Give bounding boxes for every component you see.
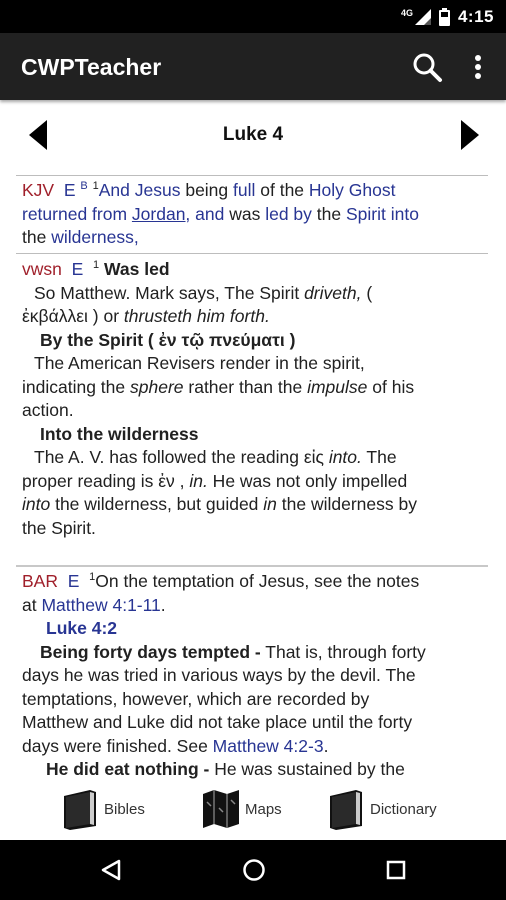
commentary-text: ( [361,282,373,303]
word-link[interactable]: And Jesus [99,180,181,200]
commentary-text: He was sustained by the [209,759,405,779]
e-marker[interactable]: E [72,259,84,279]
next-chapter-arrow-icon[interactable] [459,120,479,150]
kjv-verse: KJV E B 1And Jesus being full of the Hol… [22,179,488,250]
clock: 4:15 [457,7,494,26]
book-icon [64,790,96,830]
word-link[interactable]: led by [265,204,312,224]
vwsn-commentary: vwsn E 1 Was led So Matthew. Mark says, … [22,258,488,540]
chapter-navigation: Luke 4 [0,100,506,170]
commentary-text: impulse [307,376,368,397]
more-options-icon[interactable] [466,51,490,83]
commentary-text: in. [189,470,208,491]
commentary-text: . [160,594,166,615]
map-icon [203,790,239,828]
commentary-text: temptations, however, which are recorded… [22,688,370,709]
system-navigation-bar [0,840,506,900]
source-bar-link[interactable]: BAR [22,571,58,591]
commentary-text: the wilderness, but guided [50,494,264,514]
word-link[interactable]: full [233,180,255,200]
status-bar: 4G 4:15 [0,0,506,33]
commentary-text: He was not only impelled [207,470,408,491]
divider [16,175,488,176]
verse-text: the [22,227,52,247]
word-link[interactable]: Holy Ghost [309,180,396,200]
divider [16,565,488,567]
app-bar: CWPTeacher [0,33,506,100]
commentary-text: The American Revisers render in the spir… [34,353,365,373]
bibles-label: Bibles [104,800,145,818]
commentary-text: into [22,494,51,514]
commentary-heading: He did eat nothing - [46,759,210,779]
commentary-text: The A. V. has followed the reading εἰς [34,447,329,467]
commentary-text: Matthew and Luke did not take place unti… [22,712,413,732]
battery-icon [438,8,450,26]
bar-commentary: BAR E 1On the temptation of Jesus, see t… [22,570,488,780]
commentary-text: action. [22,400,74,420]
commentary-text: That is, through forty [260,641,426,662]
word-link[interactable]: and [190,204,224,224]
word-link[interactable]: Spirit into [346,204,419,224]
verse-reference-heading[interactable]: Luke 4:2 [22,617,488,641]
reference-link[interactable]: Matthew 4:1-11 [41,595,160,615]
bibles-button[interactable]: Bibles [60,786,145,832]
book-icon [330,790,362,830]
source-kjv-link[interactable]: KJV [22,180,54,200]
word-link[interactable]: Jordan, [132,204,190,224]
source-vwsn-link[interactable]: vwsn [22,259,62,279]
commentary-text: rather than the [183,376,308,397]
commentary-text: the Spirit. [22,517,96,538]
commentary-text: indicating the [22,376,130,397]
dictionary-button[interactable]: Dictionary [326,786,437,832]
commentary-text: days he was tried in various ways by the… [22,665,416,685]
verse-text: being [180,180,234,200]
recents-icon[interactable] [386,860,406,880]
bottom-toolbar: Bibles Maps Dictionary [0,780,506,840]
commentary-text: On the temptation of Jesus, see the note… [95,571,420,591]
verse-text: of the [255,180,309,200]
maps-label: Maps [245,800,282,818]
commentary-text: into. [328,447,362,467]
divider [16,253,488,254]
commentary-text: the wilderness by [276,494,417,514]
e-marker[interactable]: E [64,180,76,200]
word-link[interactable]: wilderness, [51,227,139,247]
commentary-heading: Was led [104,259,170,279]
commentary-content[interactable]: KJV E B 1 And Jesus being full of the Hol… [0,170,506,780]
reference-link[interactable]: Matthew 4:2-3 [213,736,324,756]
commentary-text: driveth, [304,282,362,303]
maps-button[interactable]: Maps [201,786,282,832]
dictionary-label: Dictionary [370,800,437,818]
verse-text: was [224,203,266,224]
b-marker[interactable]: B [80,180,87,192]
commentary-heading: Into the wilderness [40,423,199,444]
commentary-text: So Matthew. Mark says, The Spirit [34,282,305,303]
e-marker[interactable]: E [68,571,80,591]
commentary-text: days were finished. See [22,735,213,756]
commentary-text: in [263,494,277,514]
verse-number: 1 [93,259,100,272]
home-icon[interactable] [242,858,266,882]
commentary-text: proper reading is ἐν , [22,470,190,491]
commentary-heading: Being forty days tempted - [40,641,261,662]
search-icon[interactable] [411,51,443,83]
commentary-text: . [323,735,329,756]
word-link[interactable]: returned from [22,204,127,224]
commentary-text: thrusteth him forth. [123,306,270,326]
back-icon[interactable] [100,859,122,881]
network-type: 4G [400,8,413,18]
commentary-text: ἐκβάλλει ) or [22,306,124,326]
commentary-text: sphere [130,376,184,397]
commentary-text: The [361,447,397,467]
verse-text: the [311,203,346,224]
commentary-heading: By the Spirit ( ἐν τῷ πνεύματι ) [40,329,296,350]
commentary-text: of his [367,376,415,397]
chapter-title: Luke 4 [222,124,284,145]
signal-icon [414,9,431,25]
commentary-text: at [22,594,42,615]
app-title: CWPTeacher [21,54,162,80]
